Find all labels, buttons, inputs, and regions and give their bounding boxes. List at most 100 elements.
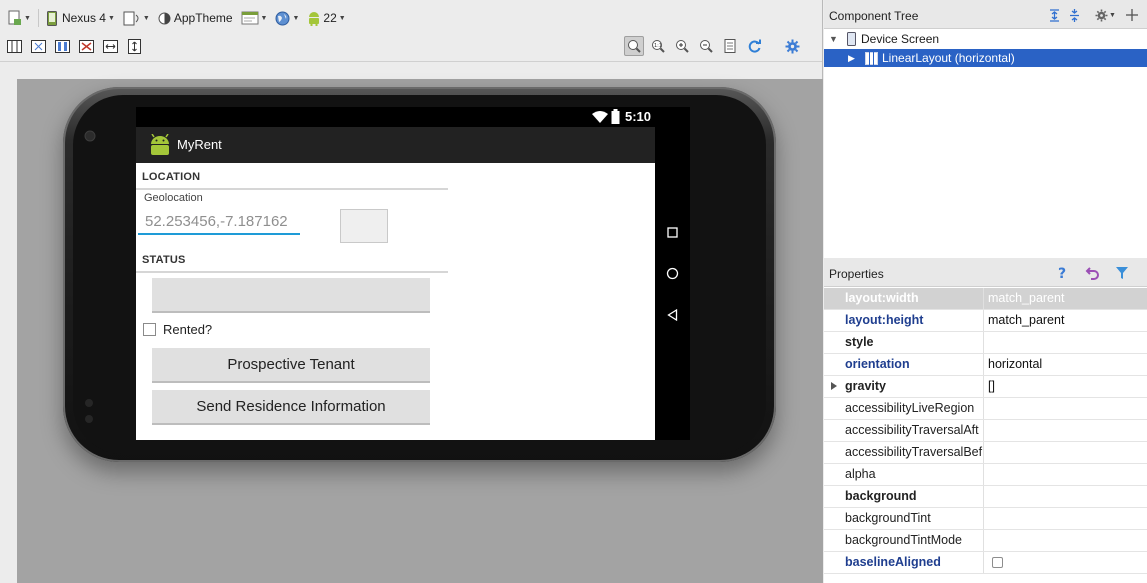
map-button[interactable] [340,209,388,243]
locale-selector[interactable]: ▼ [271,7,303,29]
prop-value[interactable] [984,530,988,551]
screenshot-button[interactable] [720,36,740,56]
hide-panel-button[interactable] [1125,8,1139,25]
help-button[interactable]: ? [1057,265,1069,283]
chevron-down-icon: ▼ [292,14,300,22]
prop-row-accessibility-traversal-after[interactable]: accessibilityTraversalAft [824,420,1147,442]
tree-expanded-icon: ▼ [829,34,838,44]
rented-checkbox[interactable] [143,323,156,336]
expand-arrow-icon[interactable] [831,382,837,390]
zoom-in-button[interactable] [672,36,692,56]
fill-icon [30,40,46,53]
date-button[interactable] [152,278,430,313]
send-residence-button[interactable]: Send Residence Information [152,390,430,425]
prop-value[interactable]: match_parent [984,288,1064,309]
prop-value[interactable] [984,398,988,419]
prop-value[interactable]: [] [984,376,995,397]
back-button[interactable] [665,308,679,322]
prop-row-alpha[interactable]: alpha [824,464,1147,486]
android-app-icon [151,134,169,155]
expand-all-icon [1050,9,1059,22]
prop-name: accessibilityTraversalAft [824,420,984,441]
settings-button[interactable] [782,36,802,56]
right-panel: Component Tree ▼ ▼ Device Screen ▶ Linea… [824,0,1147,583]
orientation-selector[interactable]: ▼ [119,7,154,29]
zoom-actual-icon: 1:1 [652,40,665,53]
prop-row-accessibility-live-region[interactable]: accessibilityLiveRegion [824,398,1147,420]
prop-name: layout:width [824,288,984,309]
action-bar: MyRent [136,127,655,163]
collapse-all-icon [1070,9,1079,22]
filter-button[interactable] [1115,266,1129,283]
prop-row-accessibility-traversal-before[interactable]: accessibilityTraversalBef [824,442,1147,464]
restore-default-button[interactable] [1085,266,1100,283]
fill-width-button[interactable] [28,37,48,57]
zoom-out-icon [700,40,713,53]
location-header: LOCATION [142,171,201,183]
home-button[interactable] [665,266,679,280]
zoom-to-fit-button[interactable] [624,36,644,56]
speaker-icon [85,399,93,423]
collapse-all-button[interactable] [1068,9,1081,25]
svg-text:?: ? [1058,266,1066,280]
prop-row-style[interactable]: style [824,332,1147,354]
theme-name: AppTheme [173,11,233,25]
prop-value[interactable] [984,420,988,441]
prop-row-baseline-aligned[interactable]: baselineAligned [824,552,1147,574]
prop-row-orientation[interactable]: orientation horizontal [824,354,1147,376]
theme-selector[interactable]: AppTheme [154,7,237,29]
component-tree-title: Component Tree [829,9,919,23]
activity-selector[interactable]: ▼ [237,7,272,29]
baseline-aligned-checkbox[interactable] [992,557,1003,568]
layout-designer: ▼ Nexus 4 ▼ ▼ AppTheme ▼ ▼ 22 ▼ 1:1 5:10… [0,0,823,583]
status-time: 5:10 [624,109,651,124]
prop-value[interactable] [984,464,988,485]
prop-value[interactable] [984,508,988,529]
match-width-button[interactable] [100,37,120,57]
refresh-button[interactable] [744,36,764,56]
weight-icon [54,40,70,53]
arrows-horizontal-icon [102,40,118,53]
prop-row-layout-width[interactable]: layout:width match_parent [824,288,1147,310]
device-icon [46,10,57,26]
layout-weight-button[interactable] [52,37,72,57]
prop-row-background[interactable]: background [824,486,1147,508]
gear-icon [1095,9,1108,22]
recents-button[interactable] [665,225,679,239]
palette-toggle-button[interactable]: ▼ [4,7,35,29]
front-camera-icon [84,130,96,142]
device-screen: 5:10 MyRent LOCATION Geolocation STATUS … [136,107,690,440]
designer-toolbar-top: ▼ Nexus 4 ▼ ▼ AppTheme ▼ ▼ 22 ▼ [0,4,822,32]
prop-value[interactable] [984,442,988,463]
zoom-actual-button[interactable]: 1:1 [648,36,668,56]
geolocation-input[interactable] [138,208,300,235]
device-selector[interactable]: Nexus 4 ▼ [42,7,119,29]
prop-value[interactable] [984,486,988,507]
zoom-out-button[interactable] [696,36,716,56]
prop-row-background-tint-mode[interactable]: backgroundTintMode [824,530,1147,552]
prop-row-background-tint[interactable]: backgroundTint [824,508,1147,530]
globe-icon [275,11,290,25]
layout-horizontal-button[interactable] [4,37,24,57]
prop-row-layout-height[interactable]: layout:height match_parent [824,310,1147,332]
tree-collapsed-icon: ▶ [848,52,855,63]
zoom-fit-icon [628,40,641,53]
properties-table: layout:width match_parent layout:height … [824,288,1147,574]
api-level-selector[interactable]: 22 ▼ [303,7,349,29]
expand-all-button[interactable] [1048,9,1061,25]
prop-value[interactable]: match_parent [984,310,1064,331]
new-layout-icon [8,10,21,25]
match-height-button[interactable] [124,37,144,57]
clear-weights-button[interactable] [76,37,96,57]
status-divider [136,271,448,273]
prop-value[interactable] [984,332,988,353]
tree-item-label: Device Screen [861,32,940,46]
prospective-tenant-button[interactable]: Prospective Tenant [152,348,430,383]
prop-value[interactable]: horizontal [984,354,1042,375]
prop-name: backgroundTint [824,508,984,529]
tree-item-device-screen[interactable]: ▼ Device Screen [824,30,1147,48]
tree-settings-button[interactable]: ▼ [1095,9,1116,22]
prop-row-gravity[interactable]: gravity [] [824,376,1147,398]
prop-name: backgroundTintMode [824,530,984,551]
tree-item-linearlayout[interactable]: ▶ LinearLayout (horizontal) [824,49,1147,67]
